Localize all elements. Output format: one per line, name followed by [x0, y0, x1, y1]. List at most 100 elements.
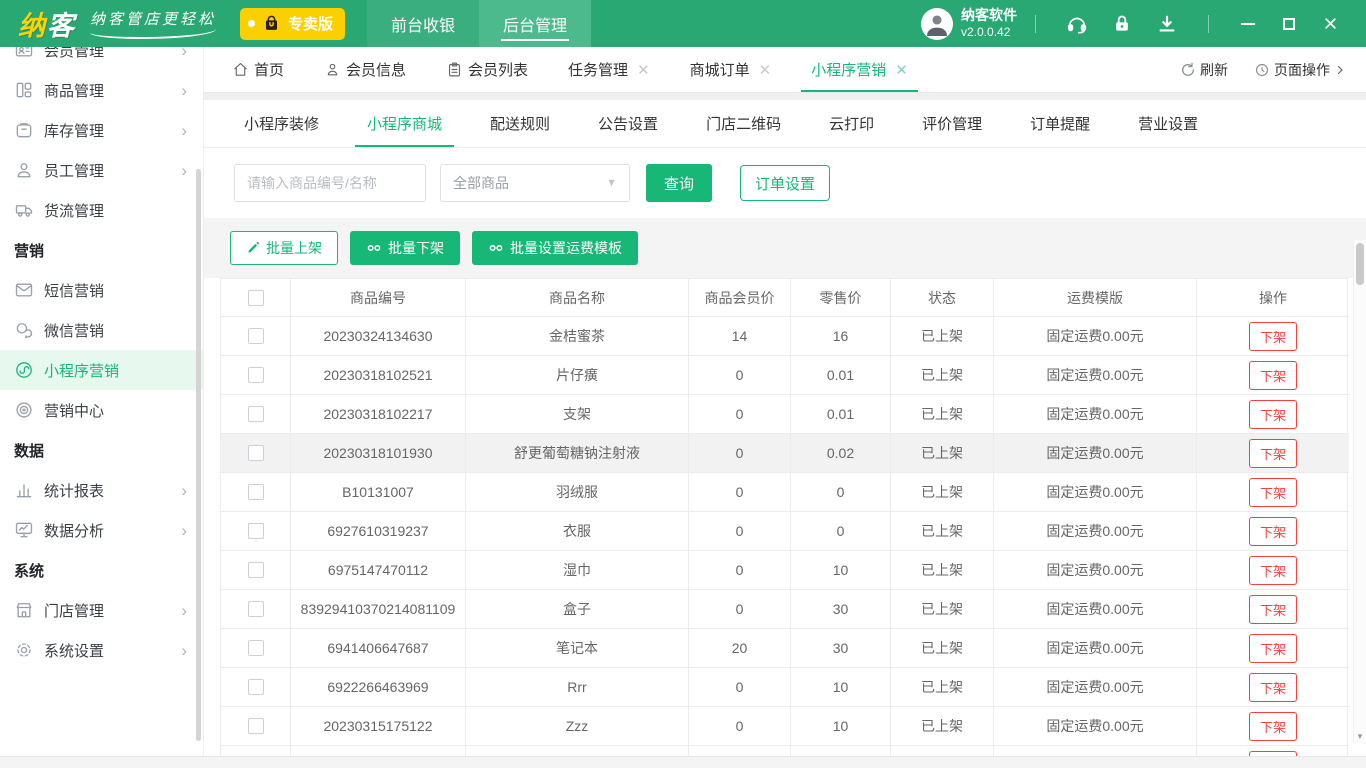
table-row[interactable]: 6941406647687笔记本2030已上架固定运费0.00元下架: [221, 629, 1347, 668]
off-shelf-button[interactable]: 下架: [1249, 673, 1297, 702]
user-avatar[interactable]: [921, 8, 953, 40]
close-tab-icon[interactable]: ✕: [895, 61, 908, 79]
off-shelf-button[interactable]: 下架: [1249, 712, 1297, 741]
support-headset-icon[interactable]: [1066, 13, 1088, 35]
select-all-checkbox[interactable]: [248, 290, 264, 306]
row-checkbox[interactable]: [248, 640, 264, 656]
row-checkbox[interactable]: [248, 406, 264, 422]
sidebar-item[interactable]: 系统设置›: [0, 630, 203, 670]
off-shelf-button[interactable]: 下架: [1249, 634, 1297, 663]
off-shelf-button[interactable]: 下架: [1249, 478, 1297, 507]
freight-template-cell: 固定运费0.00元: [994, 590, 1197, 629]
off-shelf-button[interactable]: 下架: [1249, 517, 1297, 546]
off-shelf-button[interactable]: 下架: [1249, 322, 1297, 351]
sub-tab[interactable]: 订单提醒: [1030, 100, 1090, 147]
row-checkbox[interactable]: [248, 601, 264, 617]
sidebar-item[interactable]: 小程序营销: [0, 350, 203, 390]
table-row[interactable]: 20230324134630金桔蜜茶1416已上架固定运费0.00元下架: [221, 317, 1347, 356]
table-row[interactable]: 20230318102217支架00.01已上架固定运费0.00元下架: [221, 395, 1347, 434]
page-tab[interactable]: 商城订单✕: [690, 47, 772, 92]
sub-tab[interactable]: 营业设置: [1138, 100, 1198, 147]
settings-sub-tabs: 小程序装修 小程序商城 配送规则 公告设置 门店二维码 云打印 评价管理 订单提醒 营业设置: [204, 100, 1366, 148]
table-row[interactable]: 20230313155753Ttt00已上架固定运费0.00元下架: [221, 746, 1347, 756]
sub-tab[interactable]: 配送规则: [490, 100, 550, 147]
sidebar-item[interactable]: 营销中心: [0, 390, 203, 430]
close-tab-icon[interactable]: ✕: [637, 61, 650, 79]
member-price-cell: 0: [689, 473, 791, 512]
retail-price-cell: 0.02: [791, 434, 891, 473]
download-icon[interactable]: [1156, 13, 1178, 35]
sidebar-scrollbar[interactable]: [196, 169, 201, 741]
sidebar-item[interactable]: 短信营销: [0, 270, 203, 310]
table-row[interactable]: 20230315175122Zzz010已上架固定运费0.00元下架: [221, 707, 1347, 746]
sidebar-item[interactable]: 库存管理›: [0, 110, 203, 150]
backend-manage-tab[interactable]: 后台管理: [479, 0, 591, 47]
sidebar-item[interactable]: 微信营销: [0, 310, 203, 350]
page-tab[interactable]: 会员列表: [446, 47, 528, 92]
row-checkbox-cell: [221, 317, 291, 356]
row-checkbox-cell: [221, 746, 291, 756]
chevron-right-icon: ›: [181, 122, 187, 139]
row-checkbox[interactable]: [248, 328, 264, 344]
sub-tab[interactable]: 公告设置: [598, 100, 658, 147]
row-checkbox[interactable]: [248, 445, 264, 461]
category-select[interactable]: 全部商品 ▼: [440, 164, 630, 202]
row-checkbox[interactable]: [248, 367, 264, 383]
sidebar-item[interactable]: 统计报表›: [0, 470, 203, 510]
off-shelf-button[interactable]: 下架: [1249, 400, 1297, 429]
table-row[interactable]: 6922266463969Rrr010已上架固定运费0.00元下架: [221, 668, 1347, 707]
search-input[interactable]: [234, 164, 426, 202]
product-name-cell: 盒子: [466, 590, 689, 629]
query-button[interactable]: 查询: [646, 164, 712, 202]
window-maximize-button[interactable]: [1283, 18, 1295, 30]
sub-tab[interactable]: 门店二维码: [706, 100, 781, 147]
row-checkbox[interactable]: [248, 679, 264, 695]
off-shelf-button[interactable]: 下架: [1249, 361, 1297, 390]
front-cashier-tab[interactable]: 前台收银: [367, 0, 479, 47]
order-settings-button[interactable]: 订单设置: [740, 165, 830, 201]
row-checkbox[interactable]: [248, 718, 264, 734]
table-row[interactable]: 20230318102521片仔癀00.01已上架固定运费0.00元下架: [221, 356, 1347, 395]
sub-tab[interactable]: 云打印: [829, 100, 874, 147]
table-row[interactable]: B10131007羽绒服00已上架固定运费0.00元下架: [221, 473, 1347, 512]
page-tab[interactable]: 会员信息: [324, 47, 406, 92]
table-row[interactable]: 20230318101930舒更葡萄糖钠注射液00.02已上架固定运费0.00元…: [221, 434, 1347, 473]
off-shelf-button[interactable]: 下架: [1249, 439, 1297, 468]
lock-icon[interactable]: [1112, 13, 1132, 35]
batch-on-shelf-button[interactable]: 批量上架: [230, 231, 338, 265]
scrollbar-down-arrow-icon[interactable]: ▼: [1354, 732, 1366, 741]
freight-template-cell: 固定运费0.00元: [994, 434, 1197, 473]
off-shelf-button[interactable]: 下架: [1249, 595, 1297, 624]
row-checkbox-cell: [221, 629, 291, 668]
sidebar-item[interactable]: 商品管理›: [0, 70, 203, 110]
content-scrollbar-thumb[interactable]: [1356, 243, 1364, 285]
page-tab[interactable]: 首页: [232, 47, 284, 92]
sub-tab[interactable]: 小程序装修: [244, 100, 319, 147]
window-minimize-button[interactable]: [1241, 23, 1255, 25]
batch-off-shelf-button[interactable]: 批量下架: [350, 231, 460, 265]
row-checkbox[interactable]: [248, 484, 264, 500]
close-tab-icon[interactable]: ✕: [759, 61, 772, 79]
page-actions-button[interactable]: 页面操作: [1254, 60, 1346, 80]
sidebar-item[interactable]: 会员管理›: [0, 47, 203, 70]
table-row[interactable]: 6975147470112湿巾010已上架固定运费0.00元下架: [221, 551, 1347, 590]
action-cell: 下架: [1197, 473, 1349, 512]
window-close-button[interactable]: [1323, 16, 1338, 31]
table-row[interactable]: 6927610319237衣服00已上架固定运费0.00元下架: [221, 512, 1347, 551]
off-shelf-button[interactable]: 下架: [1249, 556, 1297, 585]
sidebar-item[interactable]: 货流管理: [0, 190, 203, 230]
sub-tab[interactable]: 小程序商城: [367, 100, 442, 147]
row-checkbox[interactable]: [248, 562, 264, 578]
page-tab[interactable]: 任务管理✕: [568, 47, 650, 92]
batch-freight-template-button[interactable]: 批量设置运费模板: [472, 231, 638, 265]
content-scrollbar[interactable]: ▼: [1353, 240, 1366, 744]
sidebar-item[interactable]: 数据分析›: [0, 510, 203, 550]
row-checkbox[interactable]: [248, 523, 264, 539]
sidebar-item[interactable]: 门店管理›: [0, 590, 203, 630]
refresh-button[interactable]: 刷新: [1180, 60, 1228, 80]
sidebar-item[interactable]: 员工管理›: [0, 150, 203, 190]
sub-tab[interactable]: 评价管理: [922, 100, 982, 147]
table-row[interactable]: 83929410370214081109盒子030已上架固定运费0.00元下架: [221, 590, 1347, 629]
table-header-cell: 零售价: [791, 279, 891, 317]
page-tab[interactable]: 小程序营销✕: [811, 47, 908, 92]
